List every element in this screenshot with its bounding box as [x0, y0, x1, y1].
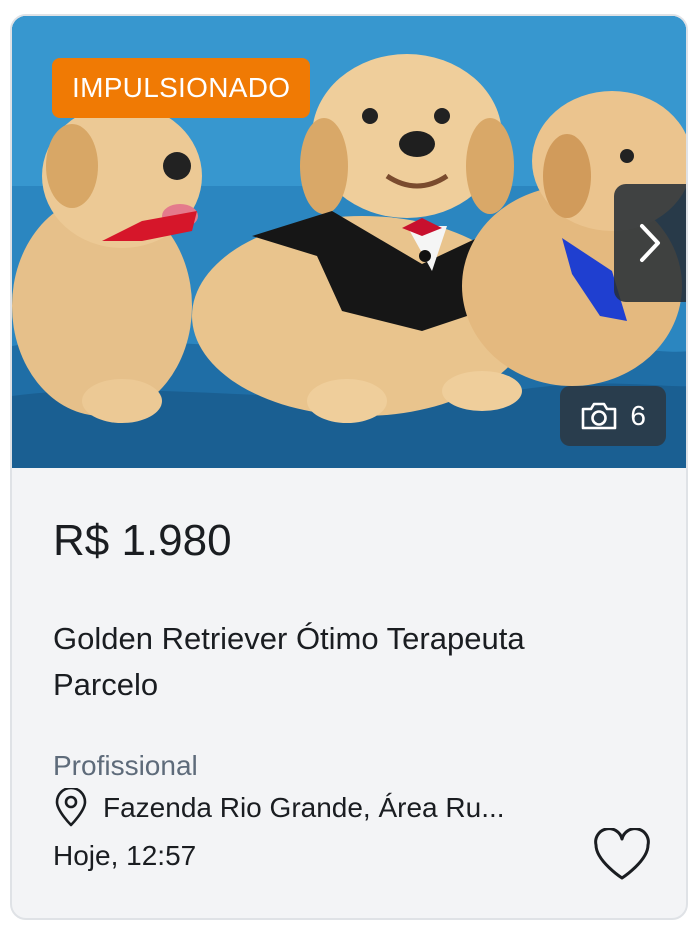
photo-count-badge: 6 — [560, 386, 666, 446]
next-photo-button[interactable] — [614, 184, 686, 302]
location-pin-icon — [55, 788, 87, 827]
location: Fazenda Rio Grande, Área Ru... — [53, 788, 505, 828]
photo-count-label: 6 — [630, 400, 646, 431]
camera-icon — [582, 402, 617, 430]
listing-details: R$ 1.980 Golden Retriever Ótimo Terapeut… — [12, 468, 686, 918]
listing-card[interactable]: IMPULSIONADO 6 R$ 1.980 Golden Retriever… — [10, 14, 688, 920]
listing-title[interactable]: Golden Retriever Ótimo Terapeuta Parcelo — [53, 616, 633, 708]
boosted-badge: IMPULSIONADO — [52, 58, 311, 118]
location-label: Fazenda Rio Grande, Área Ru... — [103, 792, 505, 823]
listing-photo[interactable]: IMPULSIONADO 6 — [12, 16, 686, 468]
heart-icon[interactable] — [592, 828, 652, 882]
price: R$ 1.980 — [53, 516, 232, 565]
seller-type: Profissional — [53, 750, 198, 781]
post-date: Hoje, 12:57 — [53, 840, 197, 871]
chevron-right-icon — [640, 224, 660, 262]
